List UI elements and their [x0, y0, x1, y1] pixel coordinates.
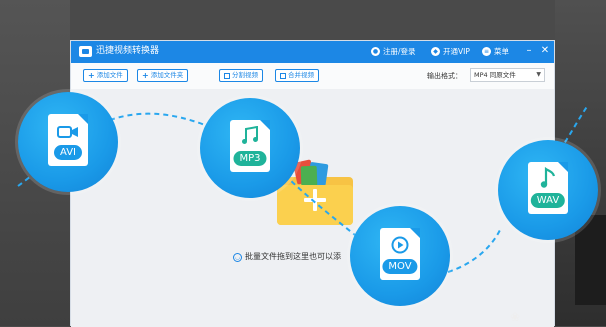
mov-label: MOV: [382, 259, 418, 274]
paw-icon: ❀: [510, 310, 521, 324]
avi-label: AVI: [54, 145, 82, 160]
mp3-format-badge: MP3: [200, 98, 300, 198]
avi-format-badge: AVI: [18, 92, 118, 192]
wav-file-icon: WAV: [528, 162, 568, 214]
video-camera-icon: [57, 126, 78, 138]
play-icon: [391, 236, 409, 254]
mov-format-badge: MOV: [350, 206, 450, 306]
wav-label: WAV: [530, 193, 566, 208]
mp3-label: MP3: [233, 151, 267, 166]
mp3-file-icon: MP3: [230, 120, 270, 172]
music-note-icon: [540, 167, 556, 188]
music-notes-icon: [242, 126, 258, 144]
avi-file-icon: AVI: [48, 114, 88, 166]
wav-format-badge: WAV: [498, 140, 598, 240]
mov-file-icon: MOV: [380, 228, 420, 280]
